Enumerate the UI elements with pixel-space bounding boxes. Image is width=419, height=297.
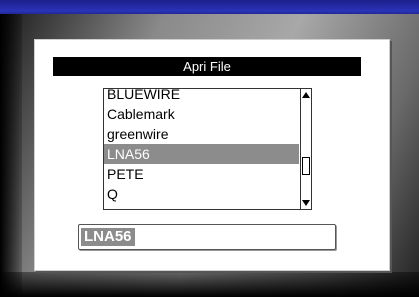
file-list-items: BLUEWIRE Cablemark greenwire LNA56 PETE … bbox=[104, 89, 299, 204]
device-screen: Apri File BLUEWIRE Cablemark greenwire L… bbox=[0, 0, 419, 297]
filename-input-value[interactable]: LNA56 bbox=[81, 228, 135, 246]
scroll-up-arrow-icon[interactable] bbox=[302, 92, 310, 98]
open-file-dialog: Apri File BLUEWIRE Cablemark greenwire L… bbox=[34, 39, 390, 271]
scroll-down-arrow-icon[interactable] bbox=[302, 200, 310, 206]
list-item[interactable]: BLUEWIRE bbox=[104, 89, 299, 104]
filename-input[interactable]: LNA56 bbox=[78, 224, 336, 250]
list-item[interactable]: greenwire bbox=[104, 124, 299, 144]
scroll-thumb[interactable] bbox=[302, 157, 310, 175]
list-scrollbar[interactable] bbox=[300, 89, 311, 209]
list-item-selected[interactable]: LNA56 bbox=[104, 144, 299, 164]
list-item[interactable]: Q bbox=[104, 184, 299, 204]
list-item[interactable]: Cablemark bbox=[104, 104, 299, 124]
file-list[interactable]: BLUEWIRE Cablemark greenwire LNA56 PETE … bbox=[103, 88, 312, 210]
panel-shadow-bottom bbox=[0, 272, 419, 297]
panel-shadow-left bbox=[0, 14, 22, 297]
list-item[interactable]: PETE bbox=[104, 164, 299, 184]
dialog-title: Apri File bbox=[53, 57, 361, 76]
